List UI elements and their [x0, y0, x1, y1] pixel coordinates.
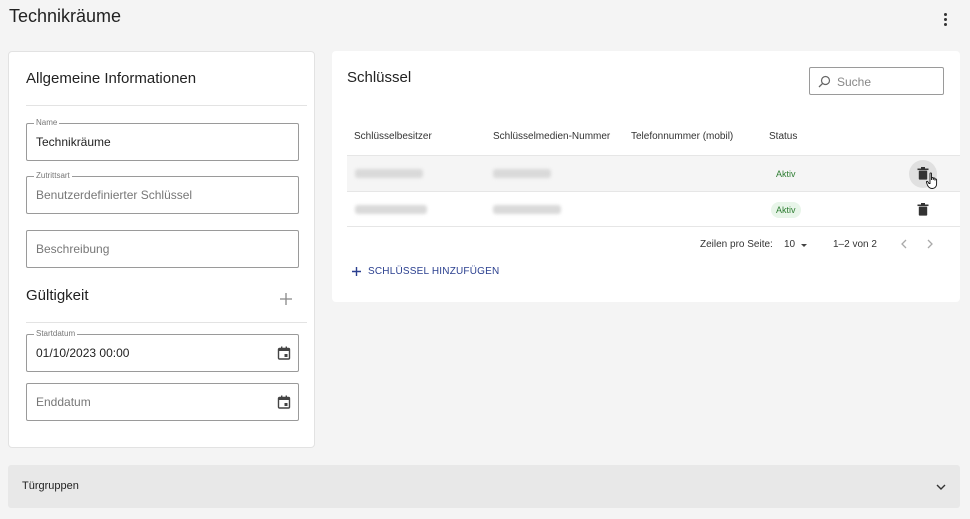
- rows-per-page-value: 10: [784, 239, 796, 250]
- pointer-cursor-icon: [926, 172, 938, 189]
- pagination-range: 1–2 von 2: [833, 239, 877, 250]
- start-date-label: Startdatum: [34, 329, 78, 339]
- door-groups-accordion[interactable]: Türgruppen: [8, 465, 960, 508]
- rows-per-page-select[interactable]: 10: [784, 239, 808, 250]
- kebab-menu-icon[interactable]: [937, 10, 953, 28]
- access-type-label: Zutrittsart: [34, 171, 72, 181]
- access-type-field[interactable]: Zutrittsart Benutzerdefinierter Schlüsse…: [26, 171, 299, 214]
- calendar-icon[interactable]: [277, 346, 291, 360]
- chevron-left-icon[interactable]: [898, 238, 910, 250]
- redacted-media-number: [493, 205, 561, 214]
- status-badge: Aktiv: [776, 169, 796, 179]
- access-type-value: Benutzerdefinierter Schlüssel: [36, 188, 193, 202]
- search-icon: [818, 75, 831, 88]
- column-header-media-number[interactable]: Schlüsselmedien-Nummer: [493, 131, 610, 142]
- add-key-label: SCHLÜSSEL HINZUFÜGEN: [368, 266, 500, 277]
- door-groups-title: Türgruppen: [22, 480, 79, 492]
- column-header-owner[interactable]: Schlüsselbesitzer: [354, 131, 432, 142]
- general-info-title: Allgemeine Informationen: [26, 70, 197, 87]
- calendar-icon[interactable]: [277, 395, 291, 409]
- end-date-placeholder: Enddatum: [36, 395, 91, 409]
- validity-title: Gültigkeit: [26, 287, 89, 304]
- divider: [26, 322, 307, 323]
- search-input[interactable]: Suche: [809, 67, 944, 95]
- description-placeholder: Beschreibung: [36, 242, 110, 256]
- keys-card: Schlüssel Suche Schlüsselbesitzer Schlüs…: [332, 51, 960, 302]
- divider: [26, 105, 307, 106]
- chevron-down-icon: [801, 243, 808, 247]
- column-header-phone[interactable]: Telefonnummer (mobil): [631, 131, 733, 142]
- general-info-card: Allgemeine Informationen Name Technikräu…: [8, 51, 315, 448]
- start-date-value: 01/10/2023 00:00: [36, 346, 130, 360]
- description-field[interactable]: Beschreibung: [26, 230, 299, 268]
- table-row[interactable]: Aktiv: [347, 191, 960, 227]
- name-field-value: Technikräume: [36, 135, 111, 149]
- trash-icon[interactable]: [917, 203, 929, 216]
- search-placeholder: Suche: [837, 75, 872, 89]
- chevron-right-icon[interactable]: [924, 238, 936, 250]
- rows-per-page-label: Zeilen pro Seite:: [700, 239, 773, 250]
- page-title: Technikräume: [9, 6, 122, 26]
- add-key-button[interactable]: SCHLÜSSEL HINZUFÜGEN: [351, 266, 499, 277]
- status-badge: Aktiv: [771, 202, 801, 218]
- column-header-status[interactable]: Status: [769, 131, 797, 142]
- start-date-field[interactable]: Startdatum 01/10/2023 00:00: [26, 329, 299, 372]
- end-date-field[interactable]: Enddatum: [26, 383, 299, 421]
- redacted-media-number: [493, 169, 551, 178]
- name-field-label: Name: [34, 118, 60, 128]
- name-field[interactable]: Name Technikräume: [26, 118, 299, 161]
- table-row[interactable]: Aktiv: [347, 155, 960, 191]
- redacted-owner: [355, 205, 427, 214]
- redacted-owner: [355, 169, 423, 178]
- keys-title: Schlüssel: [347, 69, 412, 86]
- chevron-down-icon: [936, 484, 946, 490]
- plus-icon[interactable]: [279, 292, 293, 306]
- plus-icon: [352, 267, 361, 276]
